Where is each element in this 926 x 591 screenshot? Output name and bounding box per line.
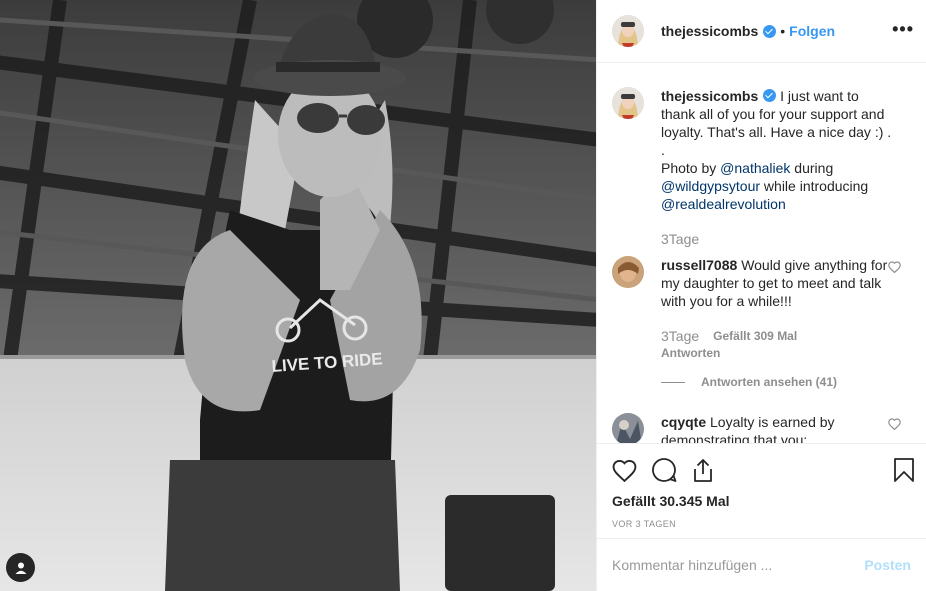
caption-body: thejessicombs I just want to thank all o… <box>661 87 896 248</box>
caption-introducing: while introducing <box>760 178 869 194</box>
user-tag-button[interactable] <box>6 553 35 582</box>
likes-count[interactable]: Gefällt 30.345 Mal <box>612 493 911 509</box>
comment-body: cqyqte Loyalty is earned by demonstratin… <box>661 413 896 443</box>
comment-username[interactable]: cqyqte <box>661 414 706 430</box>
more-options-icon[interactable]: ••• <box>892 20 914 38</box>
view-replies-label: Antworten ansehen (41) <box>701 375 838 389</box>
separator-dot: • <box>780 23 786 39</box>
verified-badge-icon <box>763 24 777 38</box>
post-comment-button[interactable]: Posten <box>864 557 911 573</box>
caption-during: during <box>790 160 834 176</box>
replies-line <box>661 381 685 383</box>
comment-like-icon[interactable] <box>888 260 901 278</box>
comment-input[interactable]: Kommentar hinzufügen ... <box>612 557 864 573</box>
author-avatar[interactable] <box>612 15 644 47</box>
share-icon[interactable] <box>691 458 715 483</box>
follow-button[interactable]: Folgen <box>789 23 835 39</box>
caption-age[interactable]: 3Tage <box>661 230 896 248</box>
heart-icon[interactable] <box>612 459 637 482</box>
comments-list[interactable]: thejessicombs I just want to thank all o… <box>597 63 926 443</box>
comment-item: russell7088 Would give anything for my d… <box>612 256 911 391</box>
view-replies-button[interactable]: Antworten ansehen (41) <box>661 373 896 391</box>
comment-age[interactable]: 3Tage <box>661 327 699 345</box>
post-photo[interactable]: LIVE TO RIDE <box>0 0 596 591</box>
caption-dot-line: . <box>661 142 665 158</box>
reply-button[interactable]: Antworten <box>661 345 896 361</box>
comment-item: cqyqte Loyalty is earned by demonstratin… <box>612 413 911 443</box>
mention-link[interactable]: @nathaliek <box>720 160 790 176</box>
post-date[interactable]: VOR 3 TAGEN <box>612 519 911 529</box>
commenter-avatar[interactable] <box>612 413 644 443</box>
user-tag-icon <box>15 562 26 574</box>
add-comment-bar: Kommentar hinzufügen ... Posten <box>597 538 926 591</box>
mention-link[interactable]: @wildgypsytour <box>661 178 760 194</box>
caption: thejessicombs I just want to thank all o… <box>612 87 911 248</box>
comment-likes[interactable]: Gefällt 309 Mal <box>713 327 797 345</box>
bookmark-icon[interactable] <box>893 457 915 483</box>
post-actions: Gefällt 30.345 Mal VOR 3 TAGEN <box>597 443 926 529</box>
post-side-panel: thejessicombs • Folgen ••• thejessicombs… <box>596 0 926 591</box>
caption-avatar[interactable] <box>612 87 644 119</box>
comment-bubble-icon[interactable] <box>651 457 677 483</box>
comment-body: russell7088 Would give anything for my d… <box>661 256 896 391</box>
caption-username[interactable]: thejessicombs <box>661 88 758 104</box>
mention-link[interactable]: @realdealrevolution <box>661 196 786 212</box>
photo-illustration: LIVE TO RIDE <box>0 0 596 591</box>
comment-username[interactable]: russell7088 <box>661 257 737 273</box>
caption-photo-by: Photo by <box>661 160 721 176</box>
verified-badge-icon <box>763 89 777 102</box>
comment-like-icon[interactable] <box>888 417 901 435</box>
commenter-avatar[interactable] <box>612 256 644 288</box>
author-username[interactable]: thejessicombs <box>661 23 758 39</box>
post-header: thejessicombs • Folgen ••• <box>597 0 926 63</box>
